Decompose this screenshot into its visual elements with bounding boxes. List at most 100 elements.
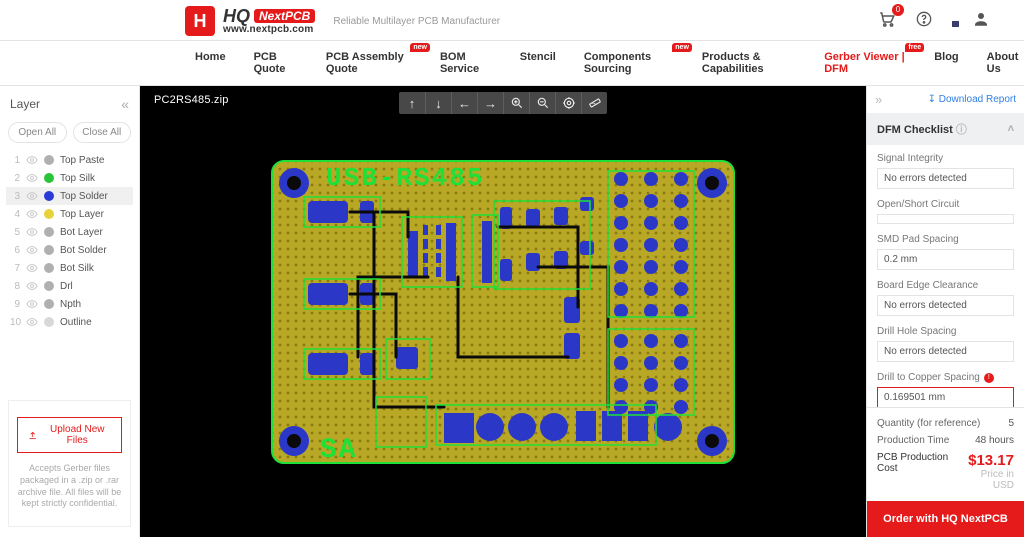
- layer-row[interactable]: 8Drl: [6, 277, 133, 295]
- layer-swatch: [44, 173, 54, 183]
- help-icon[interactable]: [916, 11, 932, 32]
- dfm-check-label: Open/Short Circuit: [877, 199, 1014, 210]
- eye-icon[interactable]: [26, 262, 38, 274]
- nav-blog[interactable]: Blog: [934, 51, 958, 75]
- eye-icon[interactable]: [26, 244, 38, 256]
- layer-row[interactable]: 1Top Paste: [6, 151, 133, 169]
- nav-stencil[interactable]: Stencil: [520, 51, 556, 75]
- layer-name: Drl: [60, 281, 73, 292]
- cart-icon[interactable]: 0: [878, 10, 896, 33]
- layer-row[interactable]: 6Bot Solder: [6, 241, 133, 259]
- dfm-check-label: Drill to Copper Spacing !: [877, 372, 1014, 383]
- layer-swatch: [44, 155, 54, 165]
- eye-icon[interactable]: [26, 190, 38, 202]
- layer-swatch: [44, 317, 54, 327]
- nav-about[interactable]: About Us: [987, 51, 1024, 75]
- move-down-icon[interactable]: ↓: [425, 92, 451, 114]
- eye-icon[interactable]: [26, 172, 38, 184]
- open-all-button[interactable]: Open All: [8, 122, 67, 143]
- layer-row[interactable]: 9Npth: [6, 295, 133, 313]
- nav-bom[interactable]: BOM Service: [440, 51, 492, 75]
- layer-index: 10: [10, 317, 20, 328]
- cost-value: $13.17: [962, 452, 1014, 469]
- nav-home[interactable]: Home: [195, 51, 226, 75]
- svg-text:USB-RS485: USB-RS485: [326, 163, 484, 193]
- dfm-check-value[interactable]: No errors detected: [877, 295, 1014, 316]
- layer-swatch: [44, 281, 54, 291]
- layer-name: Top Layer: [60, 209, 104, 220]
- eye-icon[interactable]: [26, 154, 38, 166]
- download-report-link[interactable]: ↧ Download Report: [928, 94, 1016, 105]
- order-button[interactable]: Order with HQ NextPCB: [867, 501, 1024, 537]
- nav-gerber-viewer[interactable]: Gerber Viewer | DFMfree: [824, 51, 906, 75]
- nav-pcb-assembly[interactable]: PCB Assembly Quotenew: [326, 51, 412, 75]
- dfm-check-value[interactable]: [877, 214, 1014, 224]
- nav-sourcing[interactable]: Components Sourcingnew: [584, 51, 674, 75]
- nav-pcb-quote[interactable]: PCB Quote: [254, 51, 298, 75]
- dfm-check: Board Edge ClearanceNo errors detected: [877, 280, 1014, 316]
- dfm-panel: » ↧ Download Report DFM Checklist ⓘ ˄ Si…: [866, 86, 1024, 537]
- dfm-check: Drill to Copper Spacing ! 0.169501 mm: [877, 372, 1014, 407]
- eye-icon[interactable]: [26, 208, 38, 220]
- dfm-check-value[interactable]: 0.169501 mm: [877, 387, 1014, 407]
- pcb-render: USB-RS485 SA: [268, 157, 738, 467]
- layer-name: Top Solder: [60, 191, 108, 202]
- layer-row[interactable]: 7Bot Silk: [6, 259, 133, 277]
- dfm-checklist-header[interactable]: DFM Checklist ⓘ ˄: [867, 113, 1024, 145]
- upload-card: Upload New Files Accepts Gerber files pa…: [8, 400, 131, 527]
- close-all-button[interactable]: Close All: [73, 122, 132, 143]
- layers-title: Layer: [10, 97, 40, 111]
- layer-row[interactable]: 5 Bot Layer: [6, 223, 133, 241]
- move-right-icon[interactable]: →: [477, 92, 503, 114]
- nav-products[interactable]: Products & Capabilities: [702, 51, 796, 75]
- collapse-layers-icon[interactable]: «: [121, 96, 129, 112]
- dfm-check: Signal Integrity No errors detected: [877, 153, 1014, 189]
- brand-name-hq: HQ: [223, 7, 250, 25]
- layer-swatch: [44, 227, 54, 237]
- layer-index: 5: [10, 227, 20, 238]
- brand-url: www.nextpcb.com: [223, 25, 315, 35]
- layer-name: Bot Layer: [60, 227, 103, 238]
- qty-value: 5: [1008, 418, 1014, 429]
- layer-index: 9: [10, 299, 20, 310]
- zoom-in-icon[interactable]: [503, 92, 529, 114]
- layer-swatch: [44, 191, 54, 201]
- error-icon: !: [984, 373, 994, 383]
- brand-logo[interactable]: H HQ NextPCB www.nextpcb.com Reliable Mu…: [185, 6, 500, 36]
- eye-icon[interactable]: [26, 316, 38, 328]
- svg-text:SA: SA: [320, 435, 358, 466]
- layer-row[interactable]: 2Top Silk: [6, 169, 133, 187]
- layer-index: 2: [10, 173, 20, 184]
- brand-mark: H: [185, 6, 215, 36]
- layer-name: Bot Silk: [60, 263, 94, 274]
- dfm-check-value[interactable]: 0.2 mm: [877, 249, 1014, 270]
- dfm-check: Drill Hole Spacing No errors detected: [877, 326, 1014, 362]
- measure-icon[interactable]: [581, 92, 607, 114]
- layer-index: 3: [10, 191, 20, 202]
- zoom-out-icon[interactable]: [529, 92, 555, 114]
- new-pill: new: [672, 43, 692, 52]
- upload-files-button[interactable]: Upload New Files: [17, 417, 122, 453]
- layer-row[interactable]: 3 Top Solder: [6, 187, 133, 205]
- file-name: PC2RS485.zip: [154, 94, 229, 106]
- dfm-check-value[interactable]: No errors detected: [877, 168, 1014, 189]
- expand-dfm-icon[interactable]: »: [875, 92, 882, 107]
- move-up-icon[interactable]: ↑: [399, 92, 425, 114]
- dfm-check-label: Signal Integrity: [877, 153, 1014, 164]
- eye-icon[interactable]: [26, 298, 38, 310]
- account-icon[interactable]: [972, 10, 990, 33]
- dfm-check: SMD Pad Spacing0.2 mm: [877, 234, 1014, 270]
- gerber-viewport[interactable]: PC2RS485.zip ↑ ↓ ← →: [140, 86, 866, 537]
- layer-row[interactable]: 10Outline: [6, 313, 133, 331]
- fit-icon[interactable]: [555, 92, 581, 114]
- dfm-check-value[interactable]: No errors detected: [877, 341, 1014, 362]
- cart-badge: 0: [892, 4, 904, 16]
- dfm-check-label: Drill Hole Spacing: [877, 326, 1014, 337]
- move-left-icon[interactable]: ←: [451, 92, 477, 114]
- main-nav: Home PCB Quote PCB Assembly Quotenew BOM…: [0, 41, 1024, 86]
- new-pill: new: [410, 43, 430, 52]
- qty-label: Quantity (for reference): [877, 418, 980, 429]
- layer-row[interactable]: 4Top Layer: [6, 205, 133, 223]
- eye-icon[interactable]: [26, 226, 38, 238]
- eye-icon[interactable]: [26, 280, 38, 292]
